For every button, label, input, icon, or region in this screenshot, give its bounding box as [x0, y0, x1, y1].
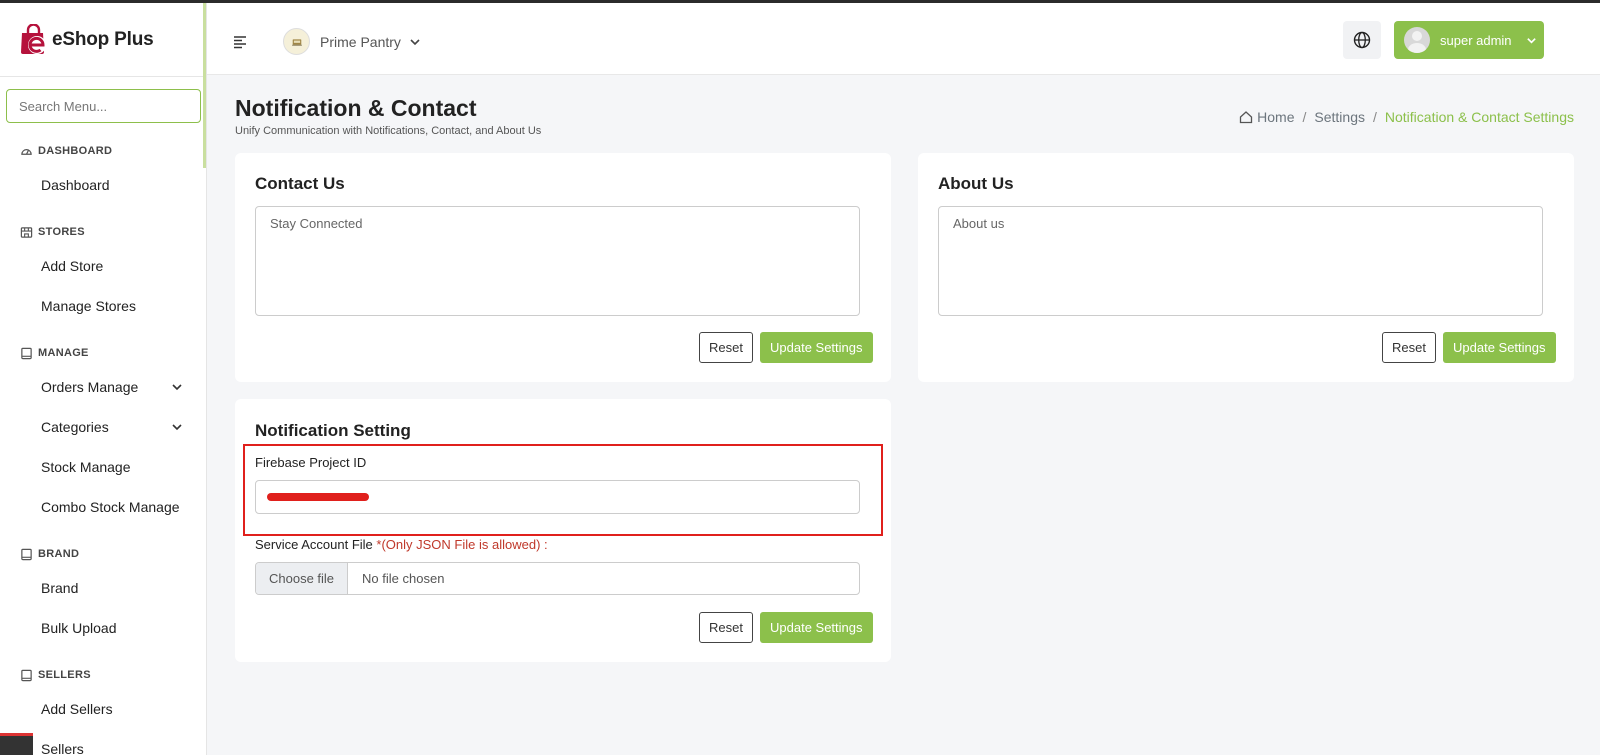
app-logo[interactable]: eShop Plus [0, 3, 206, 77]
shopping-bag-logo-icon [21, 23, 46, 54]
sidebar-item-add-store[interactable]: Add Store [0, 246, 203, 286]
app-name: eShop Plus [52, 28, 154, 50]
sidebar-item-manage-stores[interactable]: Manage Stores [0, 286, 203, 326]
section-title: MANAGE [38, 347, 89, 359]
about-us-textarea[interactable] [938, 206, 1543, 316]
about-reset-button[interactable]: Reset [1382, 332, 1436, 363]
chevron-down-icon [1526, 37, 1536, 44]
chevron-down-icon [172, 424, 182, 431]
book-icon [21, 347, 32, 359]
section-sellers: SELLERS [0, 661, 203, 689]
store-selector[interactable]: Prime Pantry [283, 28, 421, 55]
search-menu-input[interactable] [6, 89, 201, 123]
contact-us-title: Contact Us [255, 174, 345, 193]
breadcrumb-current: Notification & Contact Settings [1384, 109, 1574, 125]
sidebar-item-label: Add Sellers [41, 701, 113, 717]
section-title: BRAND [38, 548, 80, 560]
service-account-file-input[interactable]: Choose file No file chosen [255, 562, 860, 595]
store-icon [20, 226, 33, 238]
sidebar-item-brand[interactable]: Brand [0, 568, 203, 608]
sidebar-item-label: Brand [41, 580, 79, 596]
taskbar-fragment [0, 733, 33, 755]
sidebar-nav: DASHBOARD Dashboard STORES Add Store Man… [0, 131, 203, 755]
sidebar-item-categories[interactable]: Categories [0, 407, 203, 447]
avatar [1404, 27, 1430, 53]
sidebar-item-label: Combo Stock Manage [41, 499, 180, 515]
sidebar-item-label: Stock Manage [41, 459, 131, 475]
breadcrumb-separator: / [1302, 109, 1307, 125]
chevron-down-icon [410, 38, 420, 45]
contact-reset-button[interactable]: Reset [699, 332, 753, 363]
sidebar-item-stock-manage[interactable]: Stock Manage [0, 447, 203, 487]
user-menu-button[interactable]: super admin [1394, 21, 1544, 59]
page-subtitle: Unify Communication with Notifications, … [235, 125, 542, 137]
book-icon [21, 669, 32, 681]
section-brand: BRAND [0, 540, 203, 568]
chevron-down-icon [172, 384, 182, 391]
service-account-note: *(Only JSON File is allowed) : [376, 537, 548, 552]
about-us-card: About Us Reset Update Settings [918, 153, 1574, 382]
language-button[interactable] [1343, 21, 1381, 59]
annotation-highlight-box [243, 444, 883, 536]
gauge-icon [21, 148, 32, 155]
breadcrumb-settings[interactable]: Settings [1314, 109, 1365, 125]
section-dashboard: DASHBOARD [0, 137, 203, 165]
book-icon [21, 548, 32, 560]
home-icon [1240, 111, 1253, 124]
sidebar-item-label: Add Store [41, 258, 104, 274]
page-title: Notification & Contact [235, 95, 477, 121]
sidebar-item-bulk-upload[interactable]: Bulk Upload [0, 608, 203, 648]
store-name: Prime Pantry [320, 33, 401, 50]
about-us-title: About Us [938, 174, 1014, 193]
sidebar-item-add-sellers[interactable]: Add Sellers [0, 689, 203, 729]
contact-update-button[interactable]: Update Settings [760, 332, 873, 363]
sidebar-item-label: Orders Manage [41, 379, 139, 395]
user-name: super admin [1440, 32, 1512, 48]
top-header: Prime Pantry super admin [207, 3, 1600, 75]
section-title: DASHBOARD [38, 145, 113, 157]
sidebar-item-label: Manage Stores [41, 298, 136, 314]
breadcrumb-separator: / [1373, 109, 1377, 125]
sidebar: eShop Plus DASHBOARD Dashboard STORES Ad… [0, 3, 207, 755]
section-title: SELLERS [38, 669, 91, 681]
sidebar-item-dashboard[interactable]: Dashboard [0, 165, 203, 205]
store-logo [283, 28, 310, 55]
menu-toggle-icon[interactable] [233, 35, 249, 49]
notification-setting-title: Notification Setting [255, 421, 411, 440]
sidebar-item-label: Bulk Upload [41, 620, 117, 636]
notification-update-button[interactable]: Update Settings [760, 612, 873, 643]
section-title: STORES [38, 226, 85, 238]
contact-us-card: Contact Us Reset Update Settings [235, 153, 891, 382]
section-manage: MANAGE [0, 339, 203, 367]
notification-reset-button[interactable]: Reset [699, 612, 753, 643]
service-account-label: Service Account File *(Only JSON File is… [255, 537, 548, 552]
choose-file-button[interactable]: Choose file [256, 563, 349, 594]
sidebar-item-label: Dashboard [41, 177, 110, 193]
file-status: No file chosen [362, 571, 445, 586]
about-update-button[interactable]: Update Settings [1443, 332, 1556, 363]
globe-icon [1353, 31, 1371, 49]
sidebar-item-orders-manage[interactable]: Orders Manage [0, 367, 203, 407]
sidebar-item-combo-stock-manage[interactable]: Combo Stock Manage [0, 487, 203, 527]
sidebar-item-label: Categories [41, 419, 109, 435]
sidebar-item-label: Sellers [41, 741, 84, 755]
section-stores: STORES [0, 218, 203, 246]
breadcrumb: Home / Settings / Notification & Contact… [1239, 109, 1574, 125]
contact-us-textarea[interactable] [255, 206, 860, 316]
breadcrumb-home[interactable]: Home [1257, 109, 1294, 125]
store-emblem-icon [291, 38, 302, 46]
service-account-label-text: Service Account File [255, 537, 373, 552]
